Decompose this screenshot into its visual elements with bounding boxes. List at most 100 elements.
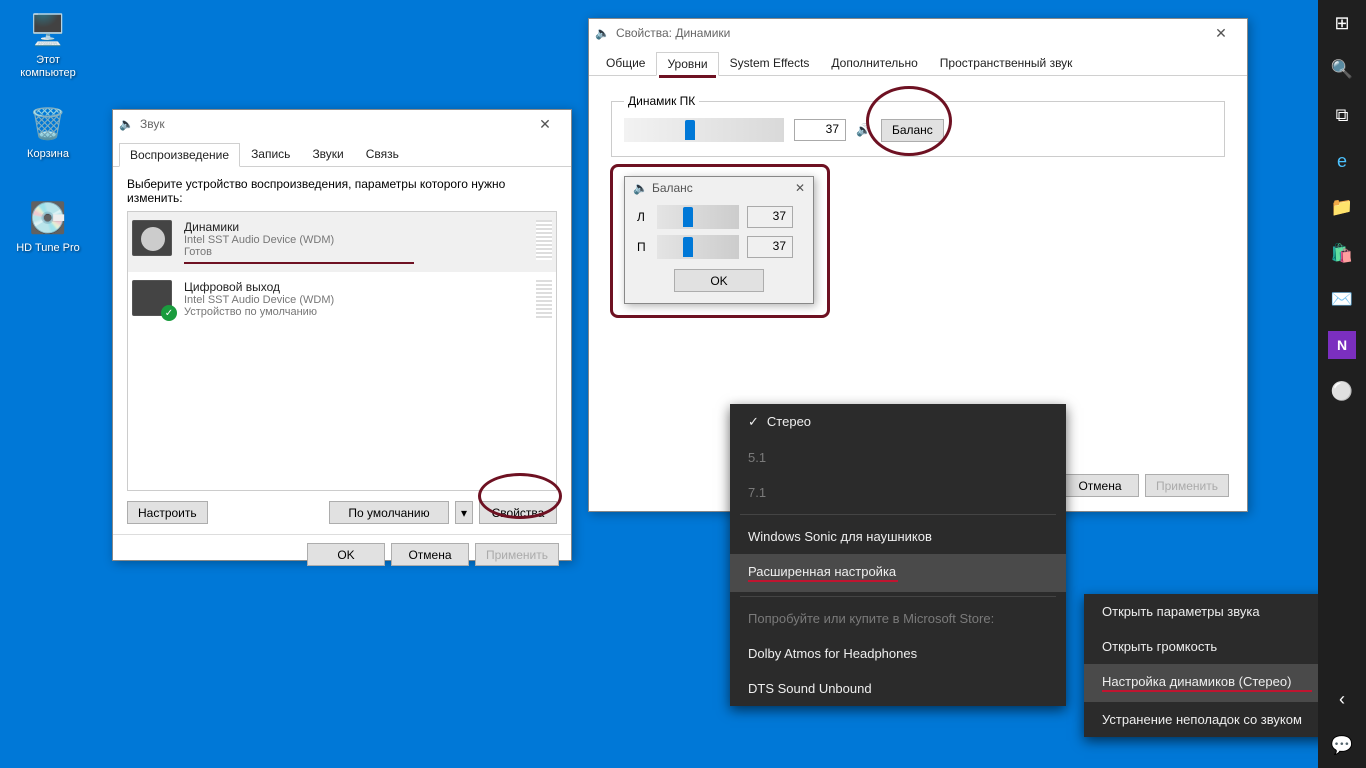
tab-advanced[interactable]: Дополнительно: [820, 51, 928, 75]
left-slider[interactable]: [657, 205, 739, 229]
ok-button[interactable]: OK: [674, 269, 764, 292]
menu-item-advanced-setup[interactable]: Расширенная настройка: [730, 554, 1066, 592]
apply-button[interactable]: Применить: [1145, 474, 1229, 497]
menu-item-dolby[interactable]: Dolby Atmos for Headphones: [730, 636, 1066, 671]
window-title: Свойства: Динамики: [616, 26, 730, 40]
level-meter: [536, 220, 552, 260]
app-icon[interactable]: ⚪: [1318, 368, 1366, 414]
speaker-icon: 🔈: [633, 181, 648, 195]
titlebar[interactable]: 🔈 Звук ✕: [113, 110, 571, 138]
annotation-underline: [1102, 690, 1312, 692]
notification-icon[interactable]: 💬: [1318, 722, 1366, 768]
desktop-icon-recycle[interactable]: 🗑️ Корзина: [10, 104, 86, 161]
properties-button[interactable]: Свойства: [479, 501, 557, 524]
level-meter: [536, 280, 552, 320]
close-button[interactable]: ✕: [795, 181, 805, 195]
desktop-icon-this-pc[interactable]: 🖥️ Этоткомпьютер: [10, 10, 86, 80]
tab-levels[interactable]: Уровни: [656, 52, 718, 76]
start-button[interactable]: ⊞: [1318, 0, 1366, 46]
computer-icon: 🖥️: [28, 10, 68, 50]
cancel-button[interactable]: Отмена: [391, 543, 469, 566]
tab-spatial[interactable]: Пространственный звук: [929, 51, 1084, 75]
device-driver: Intel SST Audio Device (WDM): [184, 294, 524, 306]
dialog-title: Баланс: [652, 181, 693, 195]
ok-button[interactable]: OK: [307, 543, 385, 566]
device-status: Устройство по умолчанию: [184, 306, 524, 318]
icon-label: HD Tune Pro: [10, 242, 86, 255]
tab-effects[interactable]: System Effects: [719, 51, 821, 75]
menu-item-51: 5.1: [730, 440, 1066, 475]
taskbar: ⊞ 🔍 ⧉ e 📁 🛍️ ✉️ N ⚪ ‹ 💬: [1318, 0, 1366, 768]
menu-item-stereo[interactable]: Стерео: [730, 404, 1066, 440]
titlebar[interactable]: 🔈 Свойства: Динамики ✕: [589, 19, 1247, 47]
search-icon[interactable]: 🔍: [1318, 46, 1366, 92]
menu-item-speaker-setup[interactable]: Настройка динамиков (Стерео): [1084, 664, 1354, 702]
set-default-button[interactable]: По умолчанию: [329, 501, 449, 524]
mail-icon[interactable]: ✉️: [1318, 276, 1366, 322]
set-default-dropdown[interactable]: ▾: [455, 501, 473, 524]
tabs: Воспроизведение Запись Звуки Связь: [113, 138, 571, 167]
taskview-icon[interactable]: ⧉: [1318, 92, 1366, 138]
explorer-icon[interactable]: 📁: [1318, 184, 1366, 230]
icon-label: Корзина: [10, 148, 86, 161]
desktop-icon-hdtune[interactable]: 💽 HD Tune Pro: [10, 198, 86, 255]
tab-recording[interactable]: Запись: [240, 142, 301, 166]
sound-dialog: 🔈 Звук ✕ Воспроизведение Запись Звуки Св…: [112, 109, 572, 561]
tab-playback[interactable]: Воспроизведение: [119, 143, 240, 167]
close-button[interactable]: ✕: [1201, 25, 1241, 42]
prompt-text: Выберите устройство воспроизведения, пар…: [127, 177, 557, 205]
menu-item-open-sound-settings[interactable]: Открыть параметры звука: [1084, 594, 1354, 629]
device-name: Цифровой выход: [184, 280, 524, 294]
onenote-icon[interactable]: N: [1328, 331, 1356, 359]
balance-dialog: 🔈 Баланс ✕ Л 37 П 37 OK: [624, 176, 814, 304]
menu-item-troubleshoot[interactable]: Устранение неполадок со звуком: [1084, 702, 1354, 737]
device-driver: Intel SST Audio Device (WDM): [184, 234, 524, 246]
balance-button[interactable]: Баланс: [881, 119, 944, 142]
separator: [740, 514, 1056, 515]
annotation-underline: [184, 262, 414, 264]
tab-general[interactable]: Общие: [595, 51, 656, 75]
menu-item-dts[interactable]: DTS Sound Unbound: [730, 671, 1066, 706]
close-button[interactable]: ✕: [525, 116, 565, 133]
check-badge-icon: ✓: [161, 305, 177, 321]
edge-icon[interactable]: e: [1318, 138, 1366, 184]
menu-item-71: 7.1: [730, 475, 1066, 510]
tray-expand-icon[interactable]: ‹: [1318, 676, 1366, 722]
speaker-icon: 🔈: [119, 117, 134, 131]
configure-button[interactable]: Настроить: [127, 501, 208, 524]
speaker-device-icon: [132, 220, 172, 256]
store-icon[interactable]: 🛍️: [1318, 230, 1366, 276]
tabs: Общие Уровни System Effects Дополнительн…: [589, 47, 1247, 76]
speaker-pc-group: Динамик ПК 37 🔊 Баланс: [611, 94, 1225, 157]
right-slider[interactable]: [657, 235, 739, 259]
spatial-sound-menu: Стерео 5.1 7.1 Windows Sonic для наушник…: [730, 404, 1066, 706]
window-title: Звук: [140, 117, 165, 131]
device-status: Готов: [184, 246, 524, 258]
icon-label: Этоткомпьютер: [10, 54, 86, 80]
right-label: П: [637, 240, 649, 254]
mute-icon[interactable]: 🔊: [856, 123, 871, 137]
left-label: Л: [637, 210, 649, 224]
annotation-underline: [659, 75, 715, 78]
device-row-speakers[interactable]: Динамики Intel SST Audio Device (WDM) Го…: [128, 212, 556, 272]
cancel-button[interactable]: Отмена: [1061, 474, 1139, 497]
menu-item-open-mixer[interactable]: Открыть громкость: [1084, 629, 1354, 664]
menu-item-windows-sonic[interactable]: Windows Sonic для наушников: [730, 519, 1066, 554]
apply-button[interactable]: Применить: [475, 543, 559, 566]
digital-device-icon: ✓: [132, 280, 172, 316]
tab-comm[interactable]: Связь: [355, 142, 410, 166]
recycle-bin-icon: 🗑️: [28, 104, 68, 144]
annotation-underline: [748, 580, 898, 582]
device-name: Динамики: [184, 220, 524, 234]
speaker-icon: 🔈: [595, 26, 610, 40]
volume-slider[interactable]: [624, 118, 784, 142]
tray-volume-menu: Открыть параметры звука Открыть громкост…: [1084, 594, 1354, 737]
left-value[interactable]: 37: [747, 206, 793, 228]
separator: [740, 596, 1056, 597]
tab-sounds[interactable]: Звуки: [301, 142, 354, 166]
hdtune-icon: 💽: [28, 198, 68, 238]
group-legend: Динамик ПК: [624, 94, 699, 108]
volume-value[interactable]: 37: [794, 119, 846, 141]
right-value[interactable]: 37: [747, 236, 793, 258]
device-row-digital[interactable]: ✓ Цифровой выход Intel SST Audio Device …: [128, 272, 556, 328]
